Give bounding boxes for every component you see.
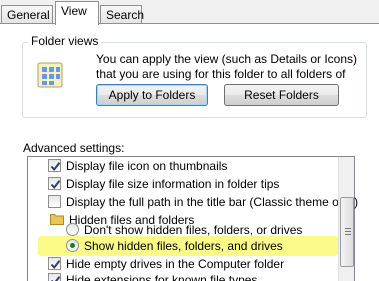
advanced-settings-label: Advanced settings: (23, 141, 125, 155)
tab-search[interactable]: Search (100, 5, 145, 24)
radio-button[interactable] (66, 239, 79, 252)
grip-icon (345, 228, 351, 235)
list-item[interactable]: Display file size information in folder … (48, 176, 279, 192)
reset-folders-button[interactable]: Reset Folders (224, 84, 339, 106)
folder-views-icon (36, 60, 66, 90)
list-item[interactable]: Don't show hidden files, folders, or dri… (66, 222, 302, 238)
folder-icon (50, 213, 64, 225)
vertical-scrollbar[interactable] (338, 157, 354, 281)
checkbox[interactable] (48, 273, 61, 281)
radio-button[interactable] (66, 223, 79, 236)
list-item-label: Display the full path in the title bar (… (66, 195, 359, 209)
list-item-label: Hide extensions for known file types (66, 273, 258, 281)
list-item[interactable]: Hide empty drives in the Computer folder (48, 256, 284, 272)
checkbox[interactable] (48, 159, 61, 172)
folder-views-title: Folder views (28, 34, 102, 48)
tab-general[interactable]: General (1, 5, 53, 24)
tab-general-label: General (7, 8, 50, 22)
checkbox[interactable] (48, 177, 61, 190)
list-item[interactable]: Display file icon on thumbnails (48, 158, 227, 174)
tab-view-label: View (61, 4, 87, 18)
list-item[interactable]: Show hidden files, folders, and drives (66, 238, 283, 254)
list-item[interactable]: Hide extensions for known file types (48, 272, 257, 281)
list-item-label: Hide empty drives in the Computer folder (66, 257, 285, 271)
apply-to-folders-button[interactable]: Apply to Folders (96, 84, 208, 106)
list-item-label: Display file icon on thumbnails (66, 159, 228, 173)
list-item[interactable]: Display the full path in the title bar (… (48, 194, 358, 210)
list-item-label: Don't show hidden files, folders, or dri… (84, 223, 303, 237)
list-item-label: Display file size information in folder … (66, 177, 280, 191)
checkbox[interactable] (48, 257, 61, 270)
checkbox[interactable] (48, 195, 61, 208)
tab-search-label: Search (106, 8, 145, 22)
list-item-label: Show hidden files, folders, and drives (84, 239, 283, 253)
scrollbar-thumb[interactable] (340, 197, 354, 267)
tab-bar: General View Search (0, 0, 379, 25)
tab-view[interactable]: View (55, 1, 99, 25)
